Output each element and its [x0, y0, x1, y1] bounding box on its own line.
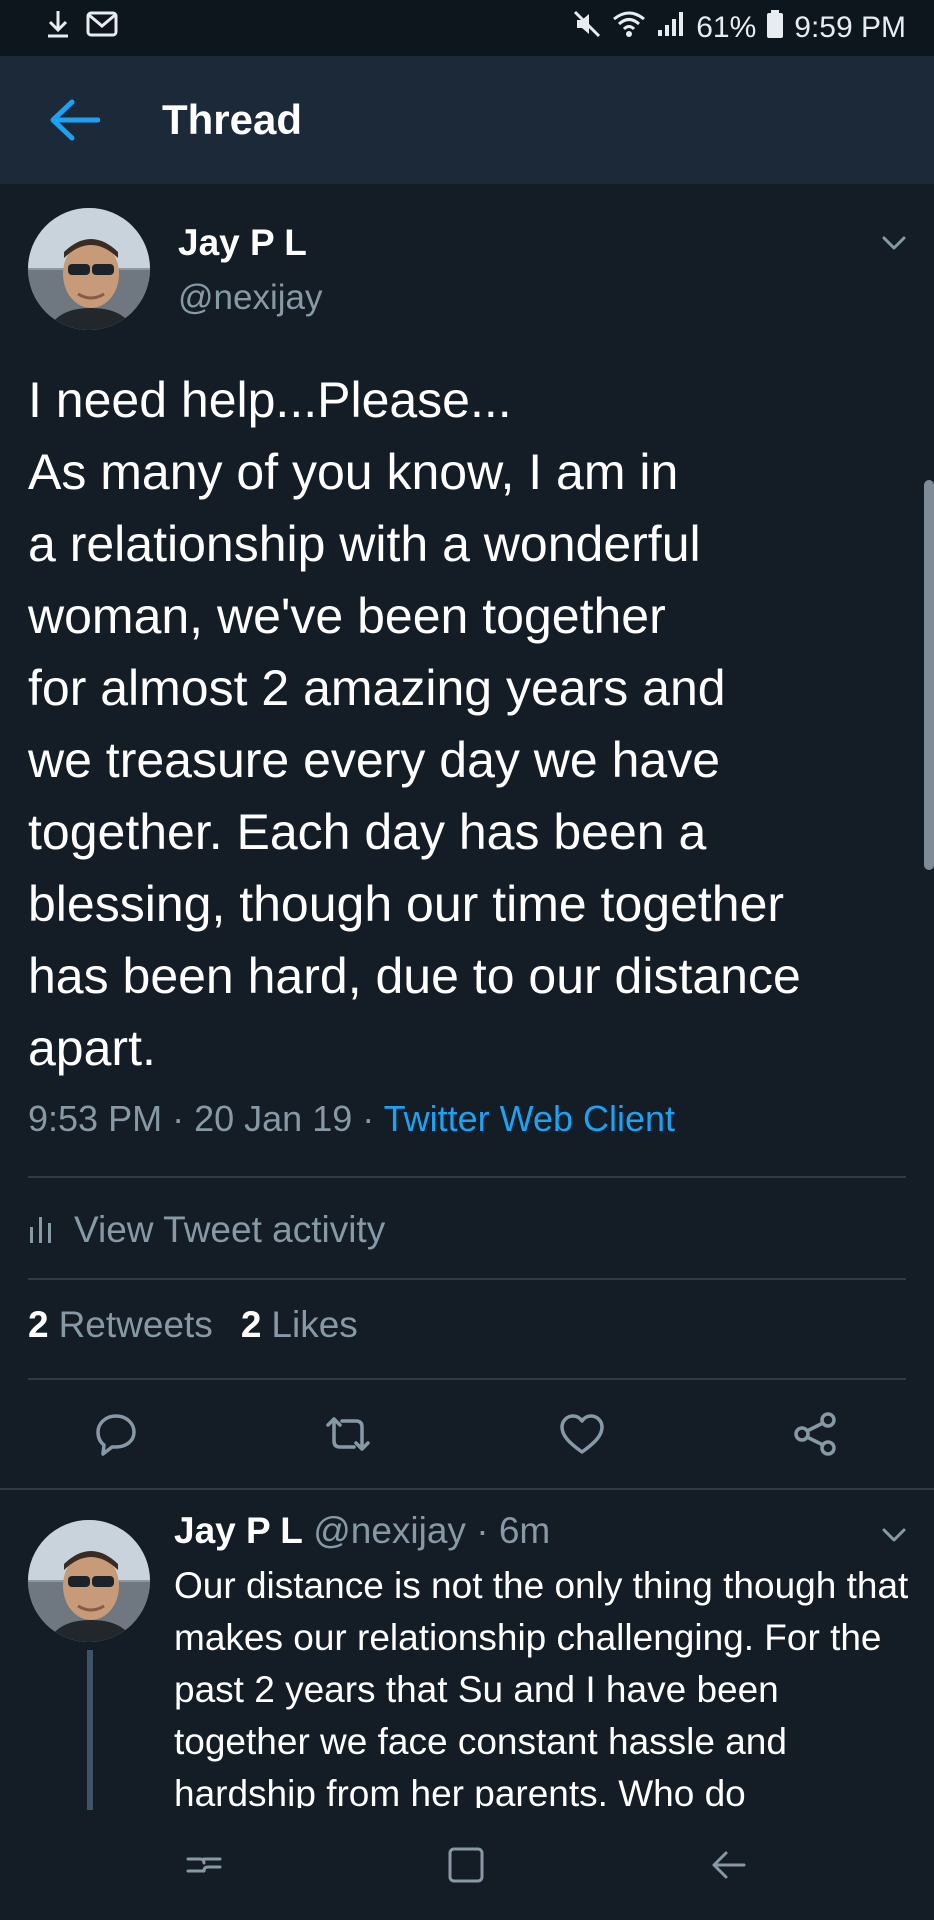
reply-author-name[interactable]: Jay P L: [174, 1510, 303, 1551]
tweet-activity-label: View Tweet activity: [74, 1209, 386, 1250]
retweets-label: Retweets: [58, 1304, 213, 1345]
recents-icon: [186, 1857, 222, 1873]
home-square-icon: [448, 1847, 484, 1883]
reply-button[interactable]: [86, 1404, 146, 1464]
thread-connector-line: [87, 1650, 93, 1810]
clock: 9:59 PM: [794, 11, 906, 44]
reply-separator: ·: [476, 1510, 489, 1551]
tweet-date: 20 Jan 19: [194, 1098, 353, 1139]
back-icon: [712, 1851, 746, 1879]
home-button[interactable]: [436, 1835, 496, 1895]
meta-separator: ·: [362, 1098, 375, 1139]
retweets-count: 2: [28, 1304, 49, 1345]
like-icon: [560, 1414, 604, 1454]
gmail-icon: [86, 11, 118, 45]
reply-time: 6m: [498, 1510, 551, 1551]
signal-icon: [656, 10, 686, 46]
reply-header: Jay P L @nexijay · 6m: [174, 1510, 550, 1552]
battery-percent: 61%: [696, 11, 757, 44]
tweet-actions: [0, 1404, 934, 1464]
share-icon: [794, 1412, 836, 1456]
retweets-stat[interactable]: 2 Retweets: [28, 1304, 213, 1346]
divider: [28, 1176, 906, 1178]
likes-label: Likes: [271, 1304, 358, 1345]
chevron-down-icon: [882, 1528, 906, 1542]
recents-button[interactable]: [174, 1835, 234, 1895]
tweet-text: I need help...Please... As many of you k…: [28, 372, 801, 1076]
tweet-activity-link[interactable]: View Tweet activity: [28, 1200, 385, 1260]
back-button[interactable]: [36, 82, 112, 158]
system-back-button[interactable]: [698, 1835, 758, 1895]
reply-icon: [96, 1414, 136, 1456]
author-name[interactable]: Jay P L: [178, 222, 307, 264]
likes-stat[interactable]: 2 Likes: [241, 1304, 358, 1346]
likes-count: 2: [240, 1304, 262, 1345]
battery-icon: [766, 9, 784, 47]
divider: [0, 1488, 934, 1490]
download-icon: [44, 9, 72, 47]
back-arrow-icon: [50, 99, 100, 141]
reply-options-button[interactable]: [876, 1520, 912, 1550]
share-button[interactable]: [786, 1404, 846, 1464]
system-nav-bar: [0, 1810, 934, 1920]
like-button[interactable]: [552, 1404, 612, 1464]
tweet-options-button[interactable]: [876, 228, 912, 258]
mute-icon: [572, 9, 602, 47]
app-header: Thread: [0, 56, 934, 184]
scrollbar[interactable]: [924, 480, 934, 870]
tweet-time: 9:53 PM: [28, 1098, 163, 1139]
reply-text[interactable]: Our distance is not the only thing thoug…: [174, 1560, 914, 1808]
chevron-down-icon: [882, 236, 906, 250]
page-title: Thread: [162, 96, 303, 143]
status-bar: 61% 9:59 PM: [0, 0, 934, 56]
avatar[interactable]: [28, 208, 150, 330]
author-handle[interactable]: @nexijay: [178, 278, 322, 318]
meta-separator: ·: [172, 1098, 185, 1139]
divider: [28, 1278, 906, 1280]
analytics-icon: [30, 1217, 51, 1243]
reply-author-handle[interactable]: @nexijay: [313, 1510, 466, 1551]
tweet-source-link[interactable]: Twitter Web Client: [384, 1098, 675, 1139]
tweet-meta: 9:53 PM · 20 Jan 19 · Twitter Web Client: [28, 1098, 675, 1140]
retweet-button[interactable]: [318, 1404, 378, 1464]
avatar[interactable]: [28, 1520, 150, 1642]
divider: [28, 1378, 906, 1380]
wifi-icon: [612, 10, 646, 46]
tweet-stats: 2 Retweets 2 Likes: [28, 1304, 358, 1346]
retweet-icon: [326, 1417, 370, 1451]
